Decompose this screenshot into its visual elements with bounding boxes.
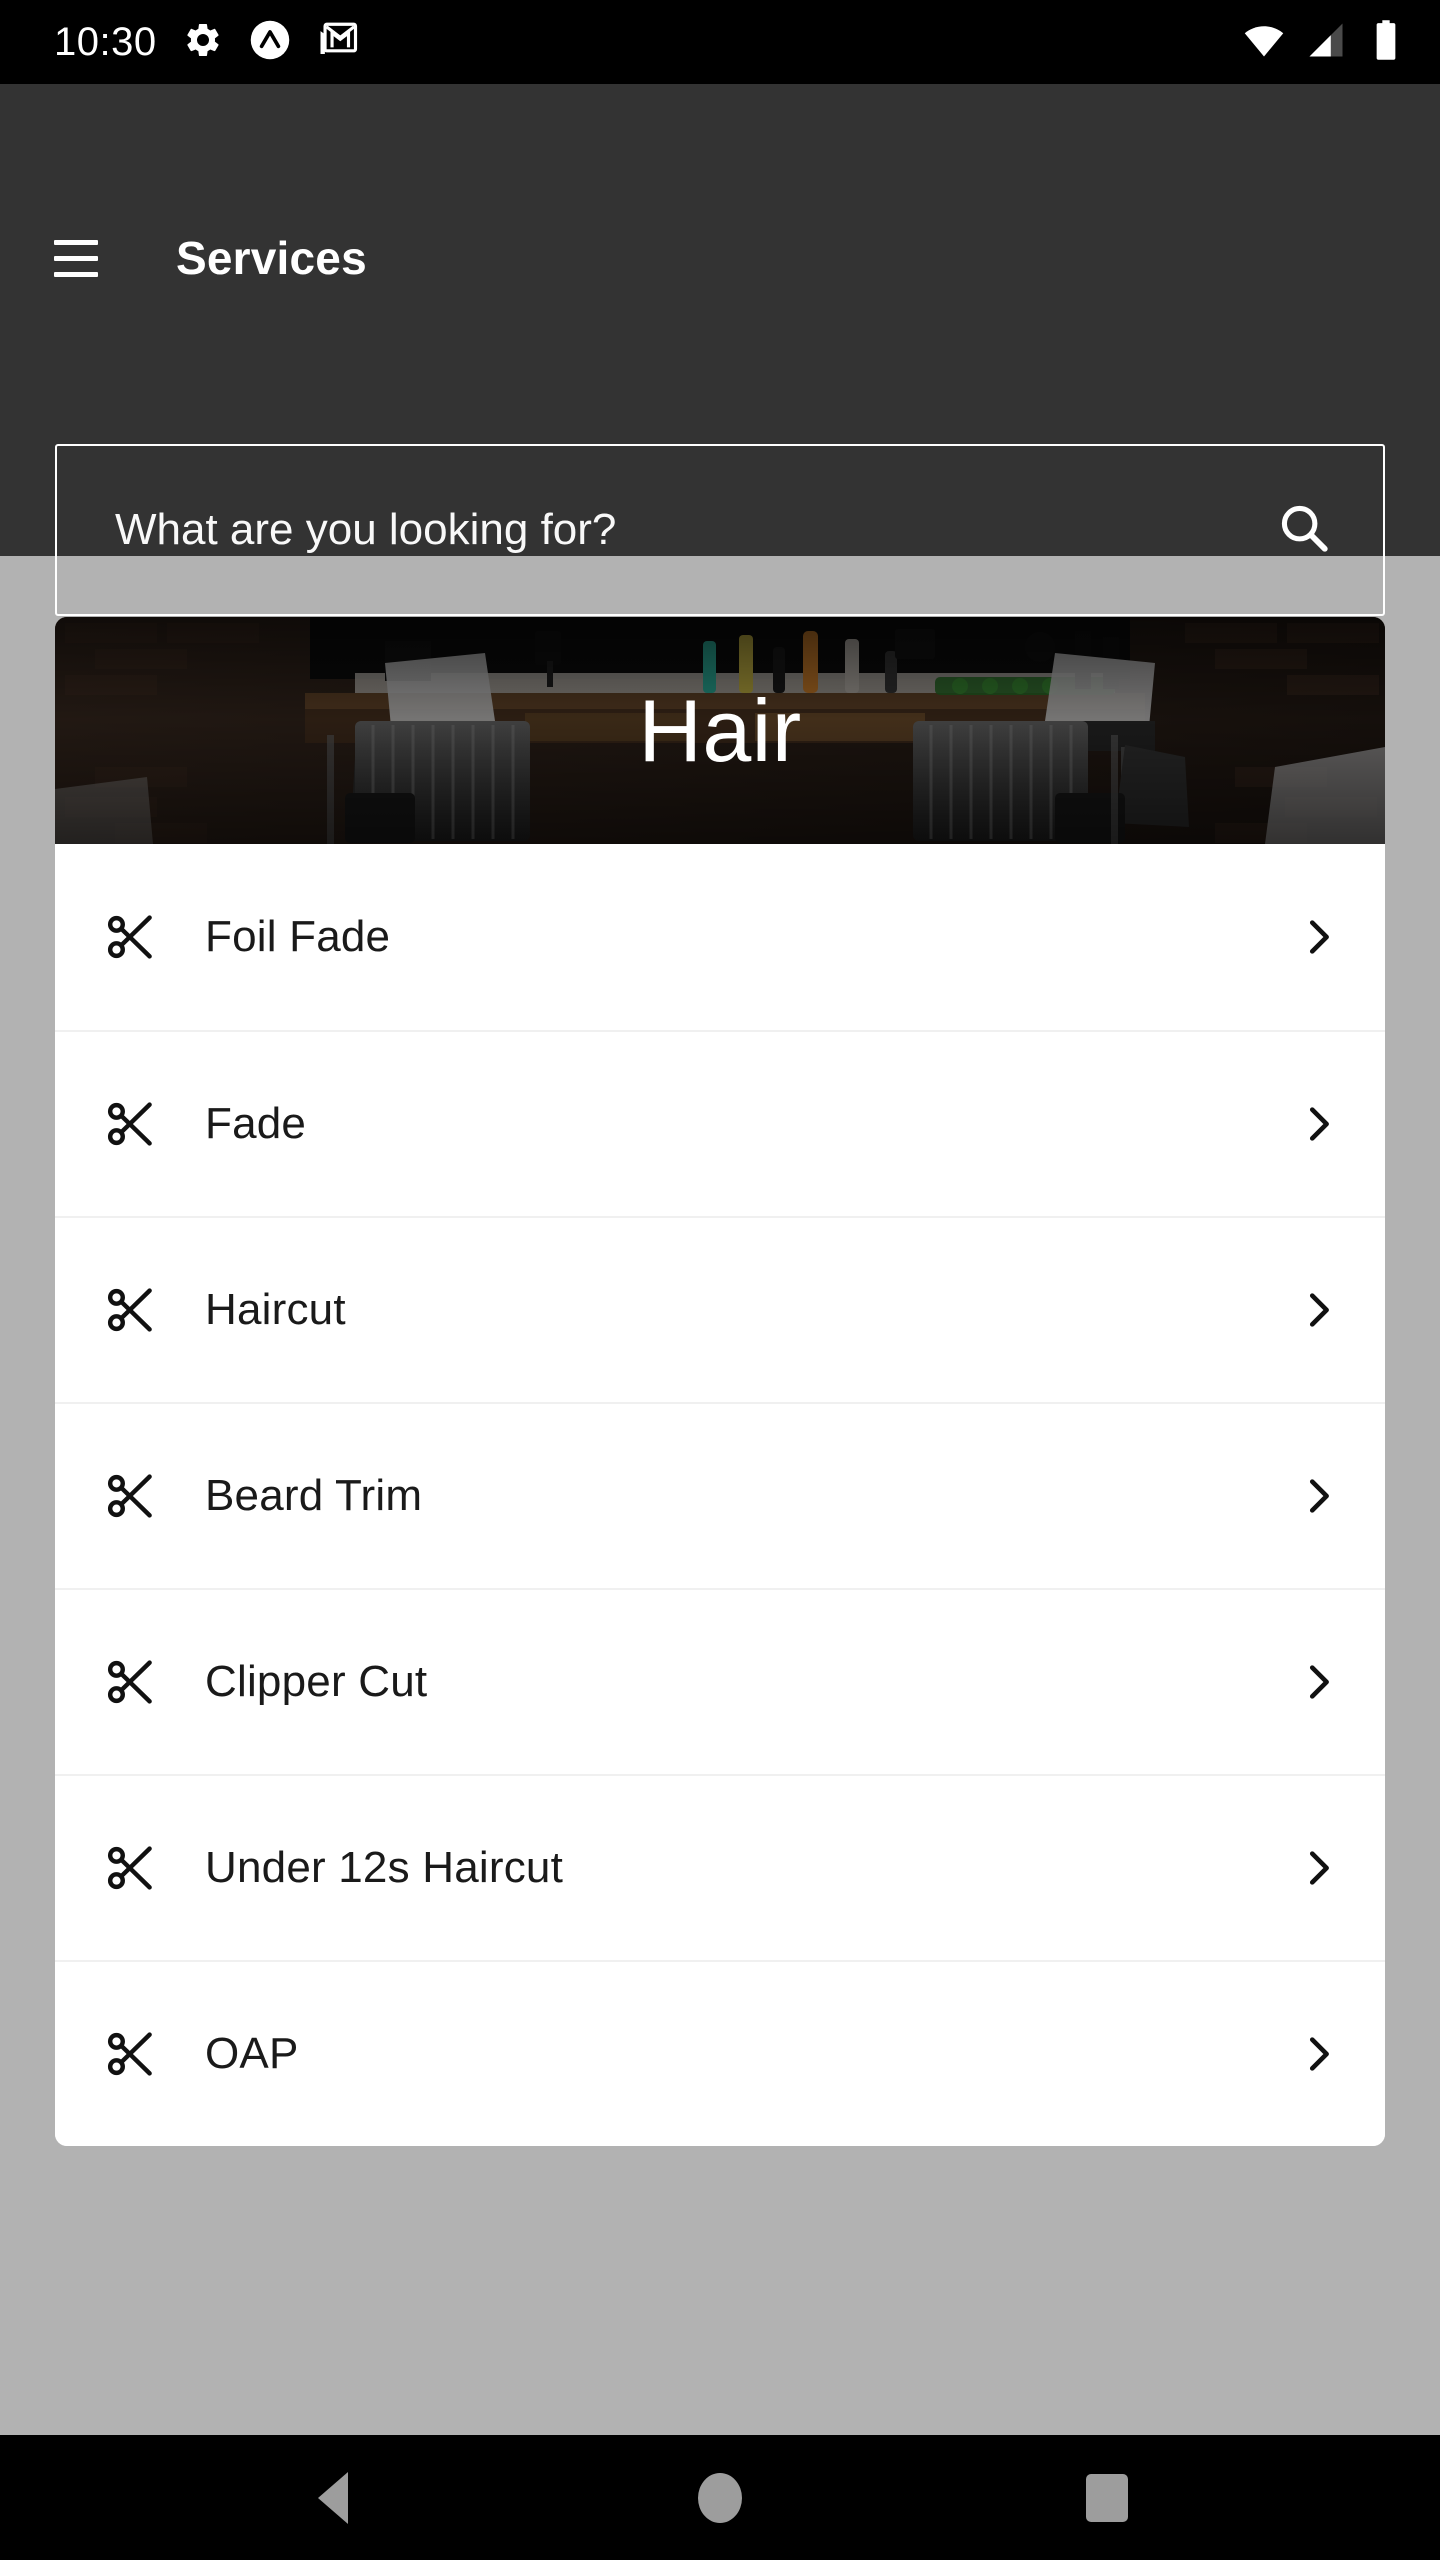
home-circle-icon	[697, 2472, 742, 2523]
hamburger-line	[54, 239, 98, 245]
service-label: Clipper Cut	[205, 1657, 428, 1706]
scissors-icon	[55, 2026, 205, 2082]
hero-banner: Hair	[55, 617, 1385, 844]
phone-screen: 10:30 Services What are you looking for?…	[0, 0, 1440, 2560]
hero-title: Hair	[638, 680, 802, 780]
service-label: Fade	[205, 1099, 307, 1148]
scissors-icon	[55, 1282, 205, 1338]
service-label: Beard Trim	[205, 1471, 423, 1520]
wifi-icon	[1242, 18, 1286, 67]
service-row-fade[interactable]: Fade	[55, 1030, 1385, 1216]
status-bar: 10:30	[0, 0, 1440, 84]
chevron-right-icon[interactable]	[1295, 2031, 1341, 2077]
scissors-icon	[55, 1654, 205, 1710]
scissors-icon	[55, 1468, 205, 1524]
service-label: Haircut	[205, 1285, 346, 1334]
chevron-right-icon[interactable]	[1295, 914, 1341, 960]
android-navigation-bar	[0, 2435, 1440, 2560]
battery-icon	[1366, 18, 1406, 67]
service-label: Under 12s Haircut	[205, 1843, 563, 1892]
app-bar-top-row: Services	[0, 220, 1440, 296]
service-row-foil-fade[interactable]: Foil Fade	[55, 844, 1385, 1030]
cellular-signal-icon	[1304, 18, 1348, 67]
hamburger-menu-icon[interactable]	[54, 220, 112, 296]
page-title: Services	[176, 232, 367, 284]
back-triangle-icon	[318, 2471, 349, 2524]
scissors-icon	[55, 909, 205, 965]
app-bar: Services What are you looking for?	[0, 84, 1440, 616]
recents-square-icon	[1085, 2473, 1128, 2522]
service-label: OAP	[205, 2029, 299, 2078]
scissors-icon	[55, 1840, 205, 1896]
hamburger-line	[54, 255, 98, 261]
status-bar-right	[1242, 18, 1406, 67]
gear-icon	[183, 20, 223, 65]
chevron-right-icon[interactable]	[1295, 1287, 1341, 1333]
search-placeholder: What are you looking for?	[115, 505, 617, 554]
nav-back-button[interactable]	[273, 2435, 393, 2560]
search-icon[interactable]	[1275, 499, 1333, 562]
scissors-icon	[55, 1096, 205, 1152]
status-bar-clock: 10:30	[54, 20, 157, 64]
chevron-right-icon[interactable]	[1295, 1659, 1341, 1705]
circle-caret-logo-icon	[249, 19, 291, 66]
status-bar-left: 10:30	[54, 19, 359, 66]
nav-recents-button[interactable]	[1047, 2435, 1167, 2560]
service-row-under-12s-haircut[interactable]: Under 12s Haircut	[55, 1774, 1385, 1960]
service-row-oap[interactable]: OAP	[55, 1960, 1385, 2146]
hair-services-card: Hair Foil Fade Fade Haircut Beard Trim C…	[55, 617, 1385, 2146]
service-row-clipper-cut[interactable]: Clipper Cut	[55, 1588, 1385, 1774]
search-input[interactable]: What are you looking for?	[55, 444, 1385, 616]
service-row-haircut[interactable]: Haircut	[55, 1216, 1385, 1402]
hamburger-line	[54, 271, 98, 277]
service-label: Foil Fade	[205, 912, 391, 961]
service-row-beard-trim[interactable]: Beard Trim	[55, 1402, 1385, 1588]
chevron-right-icon[interactable]	[1295, 1473, 1341, 1519]
chevron-right-icon[interactable]	[1295, 1845, 1341, 1891]
chevron-right-icon[interactable]	[1295, 1101, 1341, 1147]
gmail-icon	[317, 19, 359, 66]
nav-home-button[interactable]	[660, 2435, 780, 2560]
